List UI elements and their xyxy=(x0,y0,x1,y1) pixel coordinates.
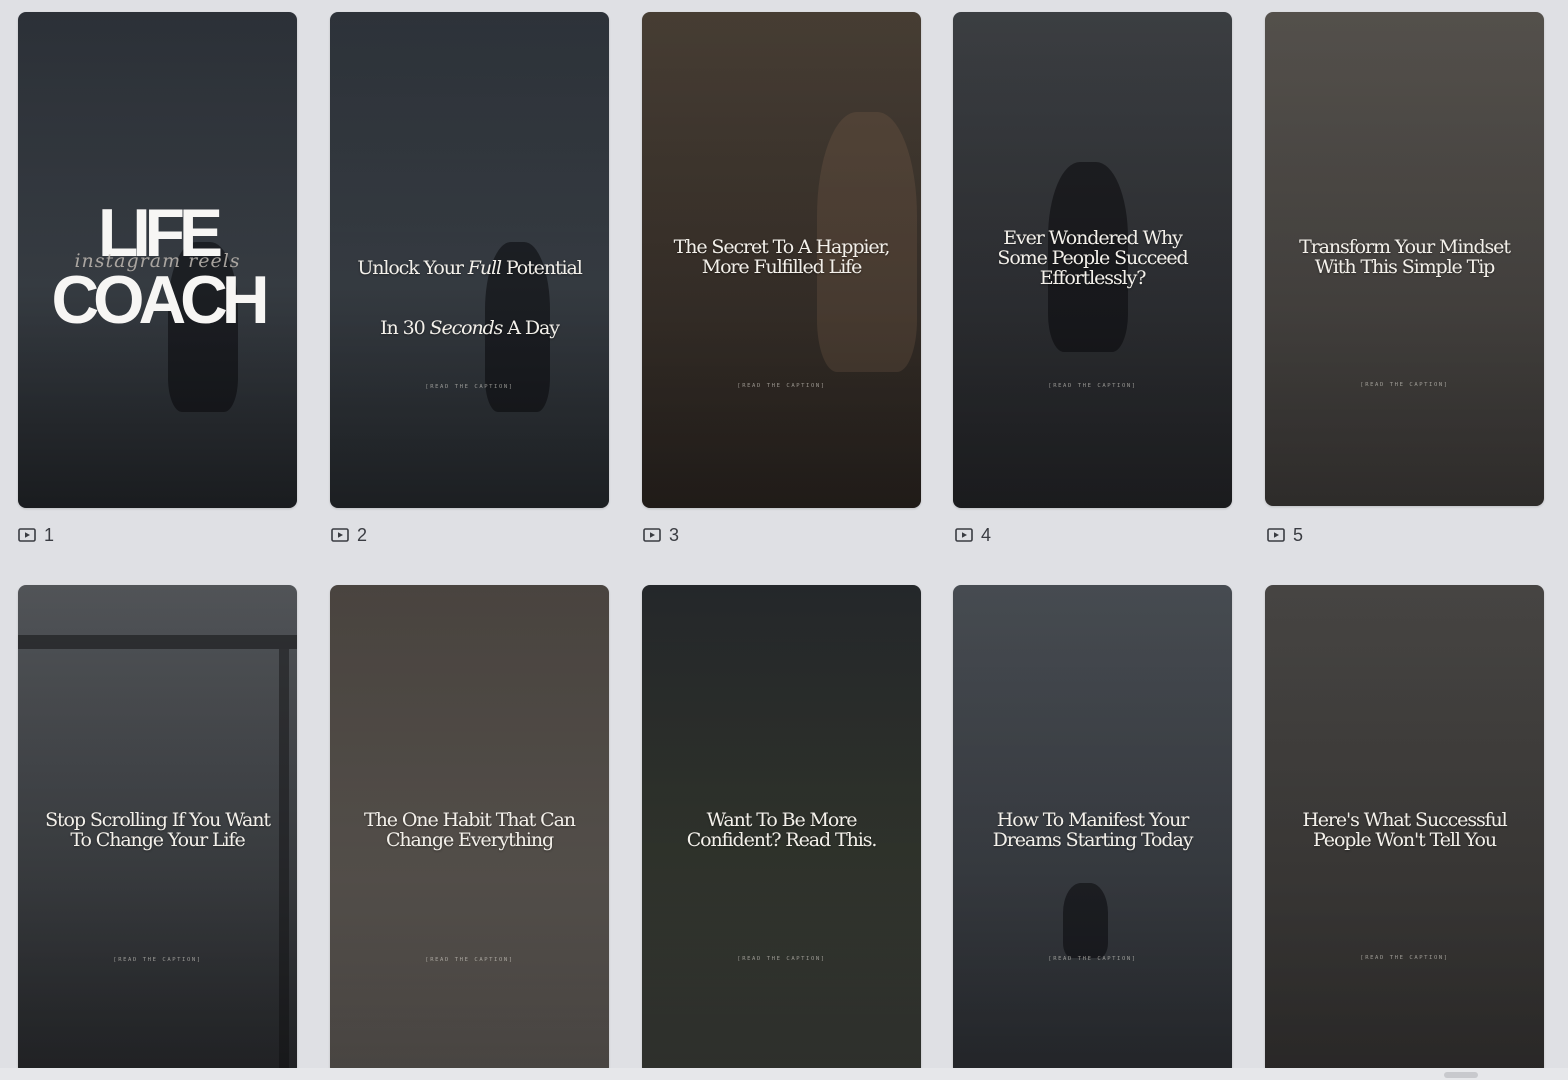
page-label-4[interactable]: 4 xyxy=(955,525,991,545)
read-caption-tag: [READ THE CAPTION] xyxy=(113,957,202,963)
scrollbar-thumb[interactable] xyxy=(1444,1072,1478,1078)
read-caption-tag: [READ THE CAPTION] xyxy=(1360,382,1449,388)
card-headline: Transform Your Mindset With This Simple … xyxy=(1299,236,1511,278)
card-headline: How To Manifest Your Dreams Starting Tod… xyxy=(992,809,1194,851)
page-label-1[interactable]: 1 xyxy=(18,525,54,545)
page-number: 1 xyxy=(44,524,55,545)
page-label-5[interactable]: 5 xyxy=(1267,525,1303,545)
design-pages-grid: LIFE COACH instagram reels Unlock Your F… xyxy=(0,0,1568,1080)
page-card-2[interactable]: Unlock Your Full Potential In 30 Seconds… xyxy=(330,12,609,508)
horizontal-scrollbar[interactable] xyxy=(0,1068,1568,1080)
page-card-10[interactable]: Here's What Successful People Won't Tell… xyxy=(1265,585,1544,1075)
page-number: 4 xyxy=(981,524,992,545)
read-caption-tag: [READ THE CAPTION] xyxy=(737,956,826,962)
page-card-7[interactable]: The One Habit That Can Change Everything… xyxy=(330,585,609,1075)
card-headline: The One Habit That Can Change Everything xyxy=(364,809,576,851)
page-card-9[interactable]: How To Manifest Your Dreams Starting Tod… xyxy=(953,585,1232,1075)
page-card-1[interactable]: LIFE COACH instagram reels xyxy=(18,12,297,508)
read-caption-tag: [READ THE CAPTION] xyxy=(1360,955,1449,961)
page-number: 2 xyxy=(357,524,368,545)
page-number: 3 xyxy=(669,524,680,545)
page-card-6[interactable]: Stop Scrolling If You Want To Change You… xyxy=(18,585,297,1075)
read-caption-tag: [READ THE CAPTION] xyxy=(1048,956,1137,962)
video-clip-icon xyxy=(18,528,36,542)
read-caption-tag: [READ THE CAPTION] xyxy=(425,384,514,390)
logo-script: instagram reels xyxy=(74,250,241,272)
card-headline: Ever Wondered Why Some People Succeed Ef… xyxy=(997,227,1188,289)
read-caption-tag: [READ THE CAPTION] xyxy=(737,383,826,389)
page-card-8[interactable]: Want To Be More Confident? Read This. [R… xyxy=(642,585,921,1075)
page-label-3[interactable]: 3 xyxy=(643,525,679,545)
read-caption-tag: [READ THE CAPTION] xyxy=(1048,383,1137,389)
page-card-5[interactable]: Transform Your Mindset With This Simple … xyxy=(1265,12,1544,506)
card-headline: Stop Scrolling If You Want To Change You… xyxy=(45,809,271,851)
page-card-3[interactable]: The Secret To A Happier, More Fulfilled … xyxy=(642,12,921,508)
card-headline: Want To Be More Confident? Read This. xyxy=(686,809,878,851)
card-headline: Here's What Successful People Won't Tell… xyxy=(1302,809,1507,851)
video-clip-icon xyxy=(643,528,661,542)
video-clip-icon xyxy=(331,528,349,542)
video-clip-icon xyxy=(1267,528,1285,542)
card-headline: Unlock Your Full Potential In 30 Seconds… xyxy=(357,257,582,339)
read-caption-tag: [READ THE CAPTION] xyxy=(425,957,514,963)
page-label-2[interactable]: 2 xyxy=(331,525,367,545)
card-headline: The Secret To A Happier, More Fulfilled … xyxy=(673,236,891,278)
page-card-4[interactable]: Ever Wondered Why Some People Succeed Ef… xyxy=(953,12,1232,508)
page-number: 5 xyxy=(1293,524,1304,545)
video-clip-icon xyxy=(955,528,973,542)
